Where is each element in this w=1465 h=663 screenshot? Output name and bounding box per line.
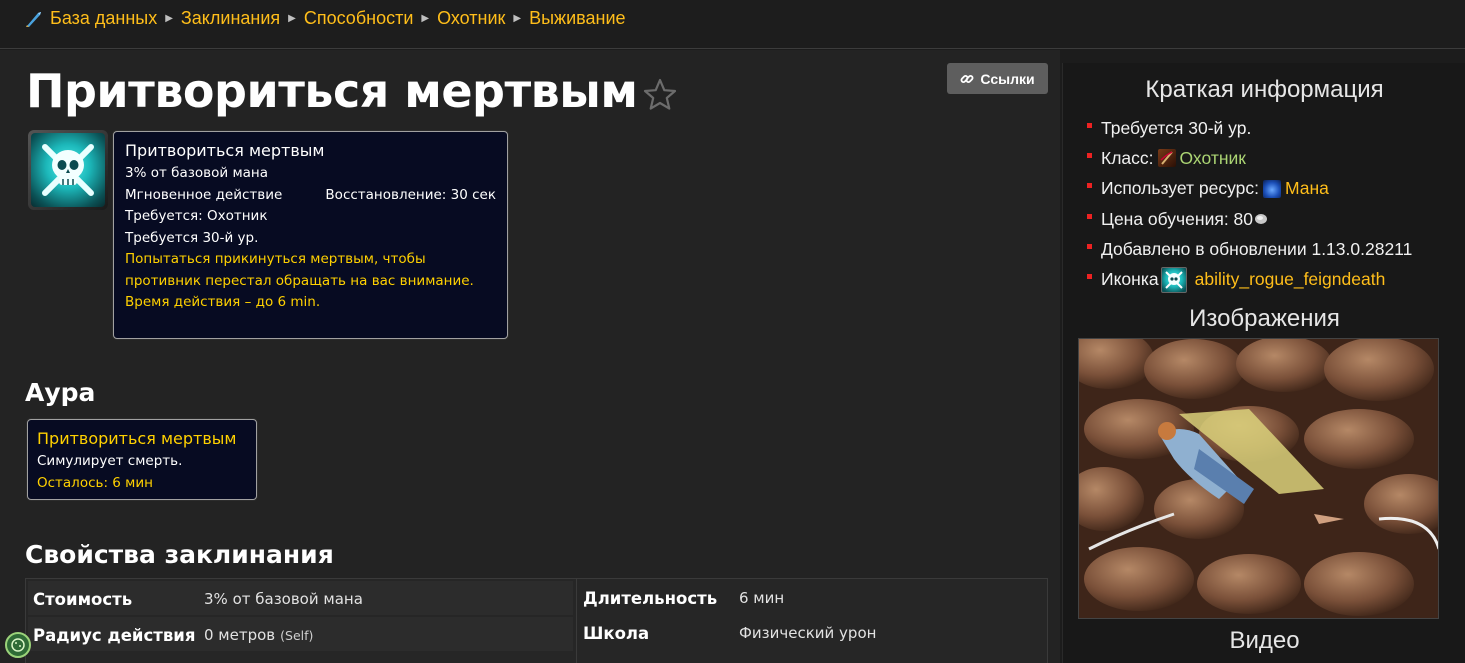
- link-icon: [960, 74, 974, 83]
- tooltip-cooldown: Восстановление: 30 сек: [325, 186, 496, 203]
- training-cost: Цена обучения: 80: [1101, 208, 1254, 229]
- images-title: Изображения: [1189, 305, 1340, 332]
- quick-info-list: Требуется 30-й ур. Класс: Охотник Исполь…: [1087, 113, 1412, 295]
- tooltip-description: Попытаться прикинуться мертвым, чтобы пр…: [125, 251, 474, 289]
- bullet-icon: [1087, 152, 1092, 158]
- icon-label: Иконка: [1101, 269, 1159, 290]
- quick-info-title: Краткая информация: [1145, 76, 1384, 103]
- breadcrumb: База данных ▶ Заклинания ▶ Способности ▶…: [24, 8, 626, 29]
- star-icon[interactable]: [642, 77, 678, 113]
- feign-death-icon[interactable]: [1160, 266, 1187, 293]
- aura-tooltip: Притвориться мертвым Симулирует смерть. …: [27, 419, 257, 500]
- chevron-right-icon: ▶: [288, 13, 296, 24]
- bullet-icon: [1087, 243, 1092, 249]
- property-key: Длительность: [583, 588, 718, 608]
- breadcrumb-survival[interactable]: Выживание: [529, 8, 625, 29]
- properties-table: Стоимость 3% от базовой мана Радиус дейс…: [25, 578, 1048, 663]
- property-key: Стоимость: [33, 589, 133, 609]
- chevron-right-icon: ▶: [421, 13, 430, 24]
- feign-death-icon: [42, 144, 94, 196]
- silver-coin-icon: [1255, 214, 1268, 225]
- list-item: Иконка ability_rogue_feigndeath: [1087, 264, 1412, 294]
- aura-description: Симулирует смерть.: [37, 453, 183, 469]
- class-link[interactable]: Охотник: [1180, 148, 1246, 169]
- cookie-icon: [11, 638, 25, 652]
- cookie-button[interactable]: [5, 632, 31, 658]
- screenshot-image[interactable]: [1078, 338, 1439, 619]
- table-row: Школа Физический урон: [583, 616, 876, 650]
- hunter-class-icon: [1157, 149, 1176, 168]
- property-value: 3% от базовой мана: [204, 590, 363, 608]
- list-item: Добавлено в обновлении 1.13.0.28211: [1087, 234, 1412, 264]
- video-title: Видео: [1229, 627, 1300, 654]
- list-item: Цена обучения: 80: [1087, 204, 1412, 234]
- tooltip-title: Притвориться мертвым: [125, 141, 325, 160]
- property-key: Радиус действия: [33, 625, 196, 645]
- added-in-patch: Добавлено в обновлении 1.13.0.28211: [1101, 238, 1413, 259]
- required-level: Требуется 30-й ур.: [1101, 117, 1252, 138]
- property-value: 0 метров: [204, 626, 276, 644]
- list-item: Использует ресурс: Мана: [1087, 174, 1412, 204]
- properties-heading: Свойства заклинания: [25, 540, 334, 569]
- tooltip-requires-class: Требуется: Охотник: [125, 208, 268, 224]
- icon-name-link[interactable]: ability_rogue_feigndeath: [1195, 269, 1386, 290]
- table-row: Длительность 6 мин: [583, 581, 784, 615]
- database-icon: [26, 11, 41, 27]
- aura-remaining: Осталось: 6 мин: [37, 474, 153, 491]
- property-key: Школа: [583, 623, 650, 643]
- page-title: Притвориться мертвым: [26, 64, 638, 118]
- tooltip-duration: Время действия – до 6 min.: [125, 294, 321, 310]
- table-row: Радиус действия 0 метров (Self): [33, 618, 313, 652]
- bullet-icon: [1087, 274, 1092, 280]
- aura-title: Притвориться мертвым: [37, 429, 237, 448]
- property-value: 6 мин: [739, 589, 785, 607]
- top-bar: База данных ▶ Заклинания ▶ Способности ▶…: [0, 0, 1465, 49]
- breadcrumb-database[interactable]: База данных: [50, 8, 157, 29]
- tooltip-cost: 3% от базовой мана: [125, 165, 268, 181]
- breadcrumb-hunter[interactable]: Охотник: [437, 8, 505, 29]
- tooltip-cast-time: Мгновенное действие: [125, 186, 283, 203]
- list-item: Требуется 30-й ур.: [1087, 113, 1412, 143]
- tooltip-requires-level: Требуется 30-й ур.: [125, 229, 259, 246]
- spell-tooltip: Притвориться мертвым 3% от базовой мана …: [113, 131, 508, 339]
- breadcrumb-spells[interactable]: Заклинания: [181, 8, 280, 29]
- table-row: Стоимость 3% от базовой мана: [33, 582, 363, 616]
- breadcrumb-abilities[interactable]: Способности: [304, 8, 414, 29]
- aura-heading: Аура: [25, 378, 96, 407]
- class-label: Класс:: [1101, 147, 1154, 168]
- bullet-icon: [1087, 122, 1092, 128]
- mana-icon: [1263, 179, 1282, 198]
- bullet-icon: [1087, 213, 1092, 219]
- spell-icon: [28, 130, 108, 210]
- bullet-icon: [1087, 183, 1092, 189]
- chevron-right-icon: ▶: [513, 13, 522, 24]
- links-button-label: Ссылки: [980, 70, 1035, 87]
- resource-label: Использует ресурс:: [1101, 178, 1260, 199]
- property-note: (Self): [280, 627, 314, 643]
- list-item: Класс: Охотник: [1087, 143, 1412, 173]
- links-button[interactable]: Ссылки: [947, 63, 1048, 94]
- column-divider: [576, 579, 577, 663]
- property-value: Физический урон: [739, 624, 877, 642]
- sidebar: Краткая информация Требуется 30-й ур. Кл…: [1062, 63, 1465, 663]
- chevron-right-icon: ▶: [165, 13, 173, 24]
- screenshot-illustration: [1079, 339, 1438, 618]
- resource-link[interactable]: Мана: [1285, 178, 1329, 199]
